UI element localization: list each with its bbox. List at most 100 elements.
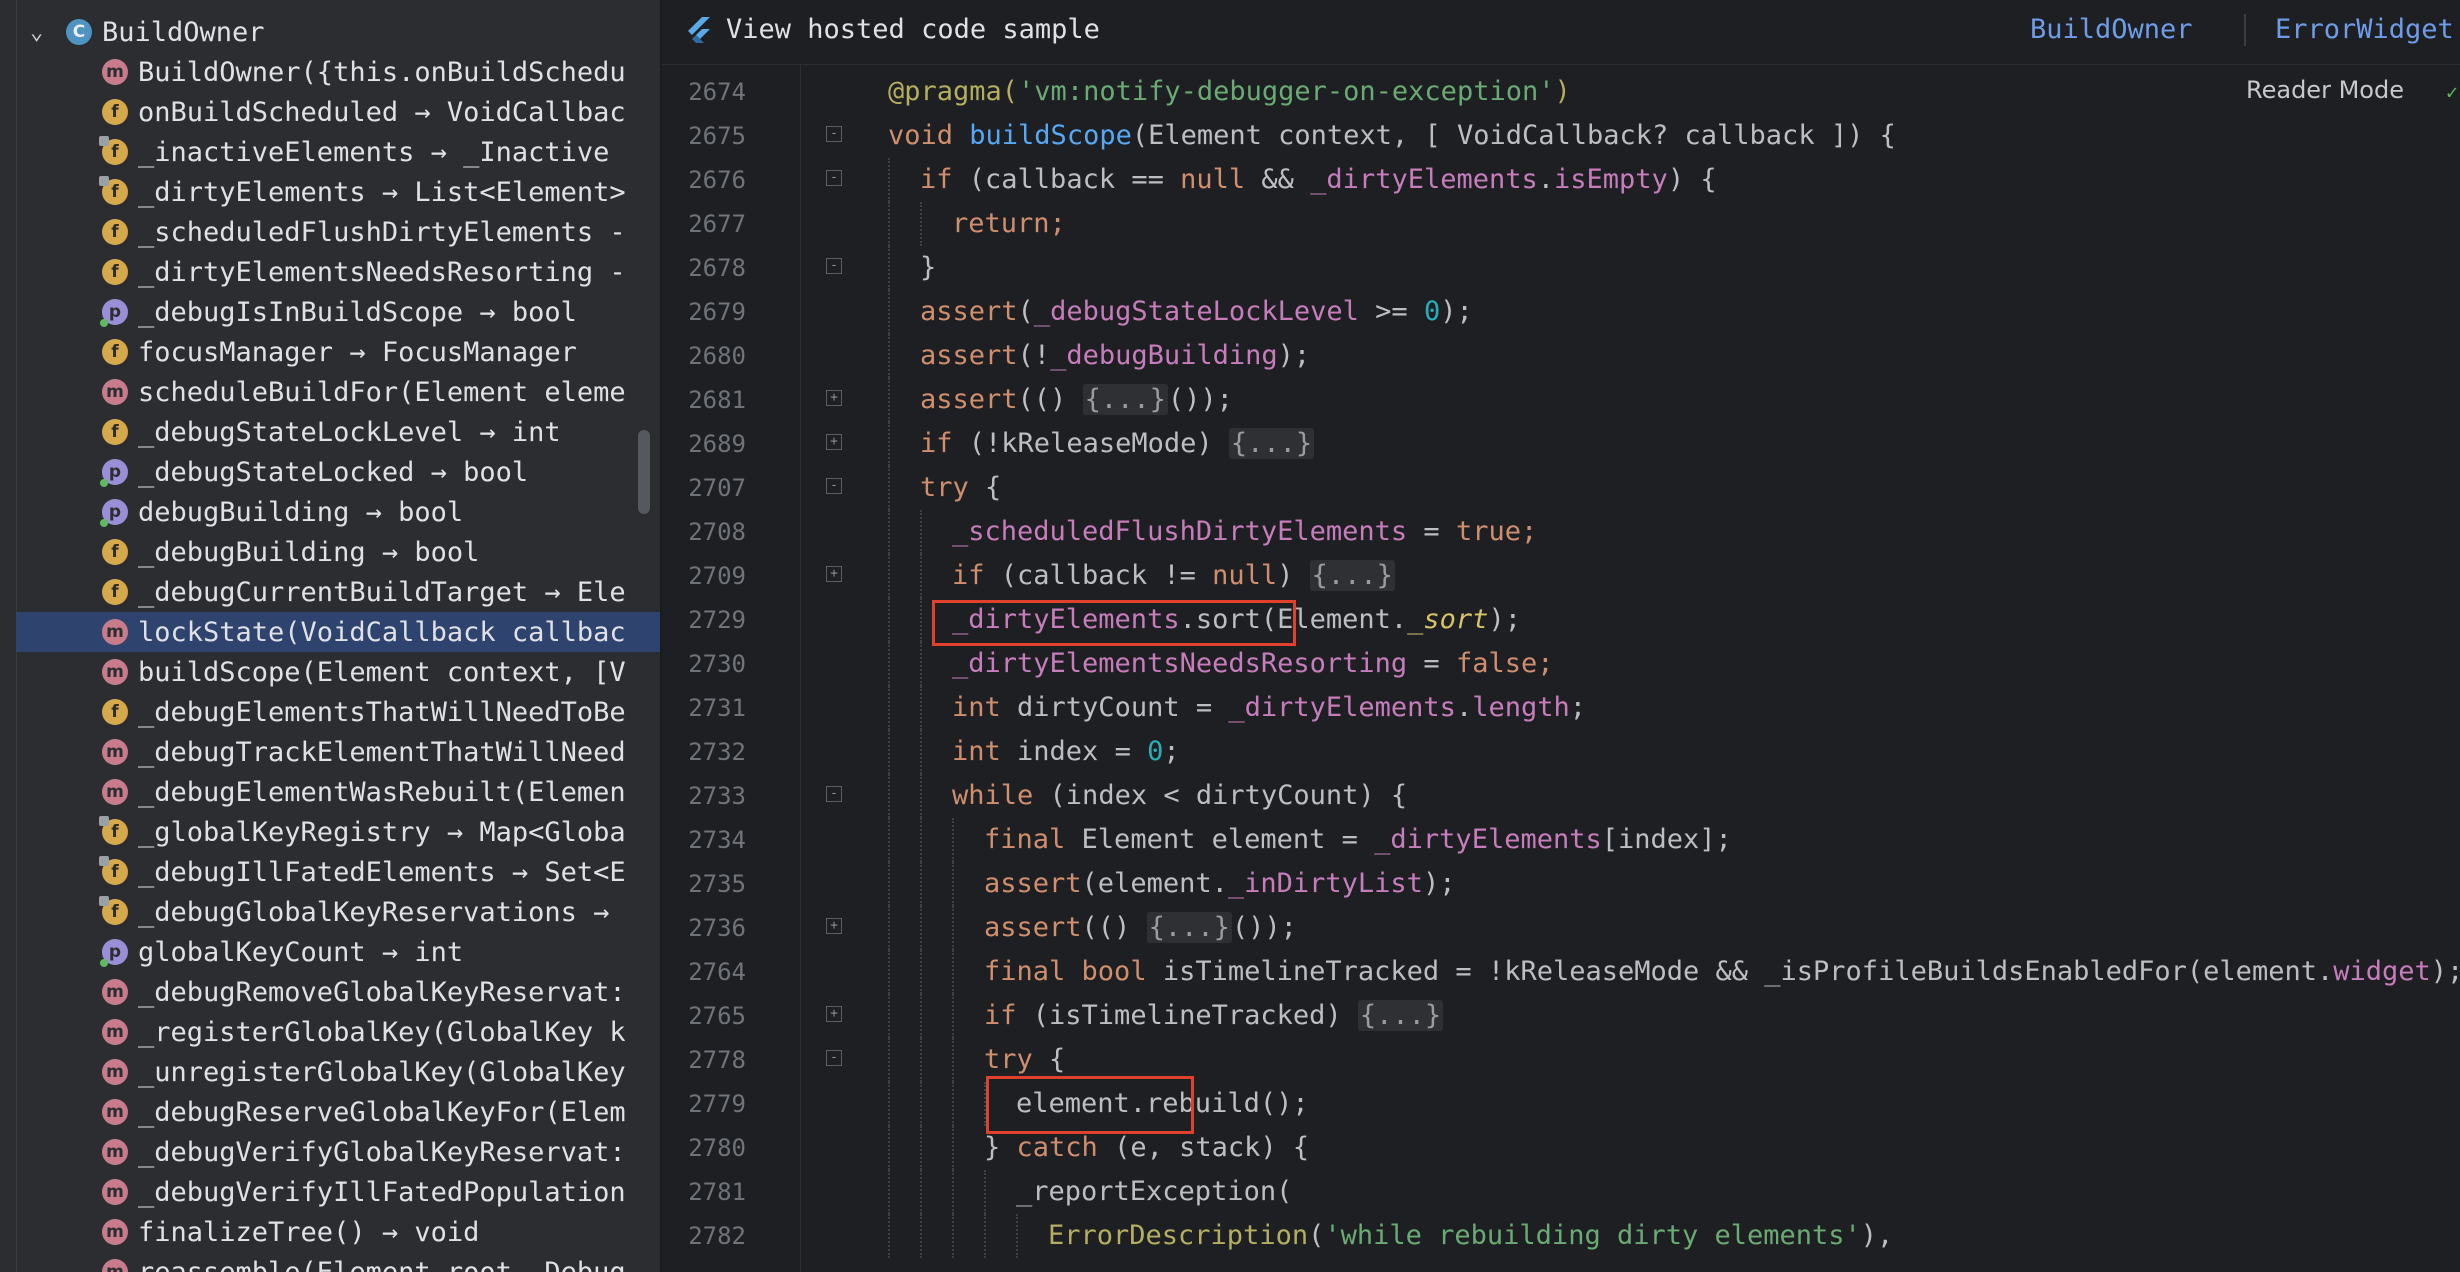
code-text[interactable]: final Element element = _dirtyElements[i… [984,818,1732,862]
code-line[interactable]: 2708 _scheduledFlushDirtyElements = true; [662,510,2460,554]
code-text[interactable]: int index = 0; [952,730,1180,774]
code-text[interactable]: @pragma('vm:notify-debugger-on-exception… [888,70,1571,114]
code-text[interactable]: assert(_debugStateLockLevel >= 0); [920,290,1473,334]
breadcrumb-buildowner[interactable]: BuildOwner [2030,14,2193,45]
code-line[interactable]: 2735 assert(element._inDirtyList); [662,862,2460,906]
tree-item[interactable]: m _debugTrackElementThatWillNeed [16,732,660,772]
tree-item[interactable]: f _debugBuilding → bool [16,532,660,572]
collapse-icon[interactable]: - [826,478,842,494]
code-line[interactable]: 2675 - void buildScope(Element context, [ … [662,114,2460,158]
tree-item[interactable]: m BuildOwner({this.onBuildSchedu [16,52,660,92]
tree-item[interactable]: p _debugStateLocked → bool [16,452,660,492]
code-text[interactable]: ErrorDescription('while rebuilding dirty… [1048,1214,1893,1258]
code-text[interactable]: if (callback != null) {...} [952,554,1395,598]
tree-item[interactable]: m _registerGlobalKey(GlobalKey k [16,1012,660,1052]
collapse-icon[interactable]: - [826,258,842,274]
code-line[interactable]: 2689 + if (!kReleaseMode) {...} [662,422,2460,466]
expand-icon[interactable]: + [826,390,842,406]
tree-item[interactable]: p debugBuilding → bool [16,492,660,532]
tree-item[interactable]: f _globalKeyRegistry → Map<Globa [16,812,660,852]
code-line[interactable]: 2681 + assert(() {...}()); [662,378,2460,422]
expand-icon[interactable]: + [826,1006,842,1022]
code-line[interactable]: 2765 + if (isTimelineTracked) {...} [662,994,2460,1038]
tree-item[interactable]: f _debugGlobalKeyReservations → [16,892,660,932]
code-line[interactable]: 2707 - try { [662,466,2460,510]
tree-item[interactable]: m scheduleBuildFor(Element eleme [16,372,660,412]
tree-item[interactable]: f onBuildScheduled → VoidCallbac [16,92,660,132]
breadcrumb-errorwidget[interactable]: ErrorWidget [2275,14,2454,45]
tree-item[interactable]: f _inactiveElements → _Inactive [16,132,660,172]
code-line[interactable]: 2780} catch (e, stack) { [662,1126,2460,1170]
tree-item[interactable]: m _debugReserveGlobalKeyFor(Elem [16,1092,660,1132]
code-line[interactable]: 2677 return; [662,202,2460,246]
collapse-icon[interactable]: - [826,170,842,186]
code-line[interactable]: 2764 final bool isTimelineTracked = !kRel… [662,950,2460,994]
method-icon: m [102,779,128,805]
code-line[interactable]: 2730 _dirtyElementsNeedsResorting = false… [662,642,2460,686]
collapse-icon[interactable]: - [826,126,842,142]
tree-item[interactable]: f _debugStateLockLevel → int [16,412,660,452]
expand-icon[interactable]: + [826,918,842,934]
tree-item[interactable]: m reassemble(Element root, Debug [16,1252,660,1272]
tree-item[interactable]: m _debugElementWasRebuilt(Elemen [16,772,660,812]
code-line[interactable]: 2676 - if (callback == null && _dirtyEleme… [662,158,2460,202]
code-text[interactable]: _reportException( [1016,1170,1292,1214]
code-text[interactable]: if (isTimelineTracked) {...} [984,994,1444,1038]
code-line[interactable]: 2782 ErrorDescription('while rebuilding d… [662,1214,2460,1258]
tree-item[interactable]: f _debugIllFatedElements → Set<E [16,852,660,892]
tree-item[interactable]: f _scheduledFlushDirtyElements - [16,212,660,252]
code-text[interactable]: return; [952,202,1066,246]
tree-item[interactable]: f _dirtyElementsNeedsResorting - [16,252,660,292]
tree-item[interactable]: m _debugRemoveGlobalKeyReservat: [16,972,660,1012]
code-line[interactable]: 2679 assert(_debugStateLockLevel >= 0); [662,290,2460,334]
tree-item[interactable]: m lockState(VoidCallback callbac [16,612,660,652]
code-line[interactable]: 2779 element.rebuild(); [662,1082,2460,1126]
code-line[interactable]: 2732 int index = 0; [662,730,2460,774]
code-text[interactable]: if (!kReleaseMode) {...} [920,422,1315,466]
code-text[interactable]: void buildScope(Element context, [ VoidC… [888,114,1896,158]
code-line[interactable]: 2678 -} [662,246,2460,290]
tree-root-buildowner[interactable]: ⌄ C BuildOwner [16,12,636,52]
code-text[interactable]: } [920,246,936,290]
code-text[interactable]: int dirtyCount = _dirtyElements.length; [952,686,1586,730]
tree-item[interactable]: p globalKeyCount → int [16,932,660,972]
tree-scrollbar[interactable] [638,430,650,514]
expand-icon[interactable]: + [826,566,842,582]
code-line[interactable]: 2731 int dirtyCount = _dirtyElements.leng… [662,686,2460,730]
code-line[interactable]: 2674 @pragma('vm:notify-debugger-on-excep… [662,70,2460,114]
collapse-icon[interactable]: - [826,1050,842,1066]
chevron-down-icon[interactable]: ⌄ [30,20,54,45]
code-line[interactable]: 2736 + assert(() {...}()); [662,906,2460,950]
code-text[interactable]: _scheduledFlushDirtyElements = true; [952,510,1537,554]
view-hosted-code-sample-link[interactable]: View hosted code sample [686,14,1100,45]
code-text[interactable]: final bool isTimelineTracked = !kRelease… [984,950,2460,994]
tree-item[interactable]: m buildScope(Element context, [V [16,652,660,692]
code-line[interactable]: 2781 _reportException( [662,1170,2460,1214]
code-line[interactable]: 2734 final Element element = _dirtyElemen… [662,818,2460,862]
code-text[interactable]: assert(() {...}()); [984,906,1297,950]
code-line[interactable]: 2778- try { [662,1038,2460,1082]
code-line[interactable]: 2709 + if (callback != null) {...} [662,554,2460,598]
tree-item[interactable]: m finalizeTree() → void [16,1212,660,1252]
code-text[interactable]: assert(element._inDirtyList); [984,862,1455,906]
collapse-icon[interactable]: - [826,786,842,802]
code-text[interactable]: if (callback == null && _dirtyElements.i… [920,158,1717,202]
property-icon: p [100,459,128,487]
tree-item[interactable]: p _debugIsInBuildScope → bool [16,292,660,332]
tree-item[interactable]: m _debugVerifyIllFatedPopulation [16,1172,660,1212]
tree-item[interactable]: f _dirtyElements → List<Element> [16,172,660,212]
code-line[interactable]: 2733 - while (index < dirtyCount) { [662,774,2460,818]
code-text[interactable]: try { [920,466,1001,510]
code-text[interactable]: assert(() {...}()); [920,378,1233,422]
code-editor[interactable]: View hosted code sample BuildOwner Error… [662,0,2460,1272]
tree-item[interactable]: m _debugVerifyGlobalKeyReservat: [16,1132,660,1172]
code-text[interactable]: assert(!_debugBuilding); [920,334,1310,378]
tree-item[interactable]: f _debugElementsThatWillNeedToBe [16,692,660,732]
code-line[interactable]: 2680 assert(!_debugBuilding); [662,334,2460,378]
tree-item[interactable]: m _unregisterGlobalKey(GlobalKey [16,1052,660,1092]
tree-item[interactable]: f focusManager → FocusManager [16,332,660,372]
code-text[interactable]: while (index < dirtyCount) { [952,774,1407,818]
expand-icon[interactable]: + [826,434,842,450]
code-text[interactable]: _dirtyElementsNeedsResorting = false; [952,642,1553,686]
tree-item[interactable]: f _debugCurrentBuildTarget → Ele [16,572,660,612]
